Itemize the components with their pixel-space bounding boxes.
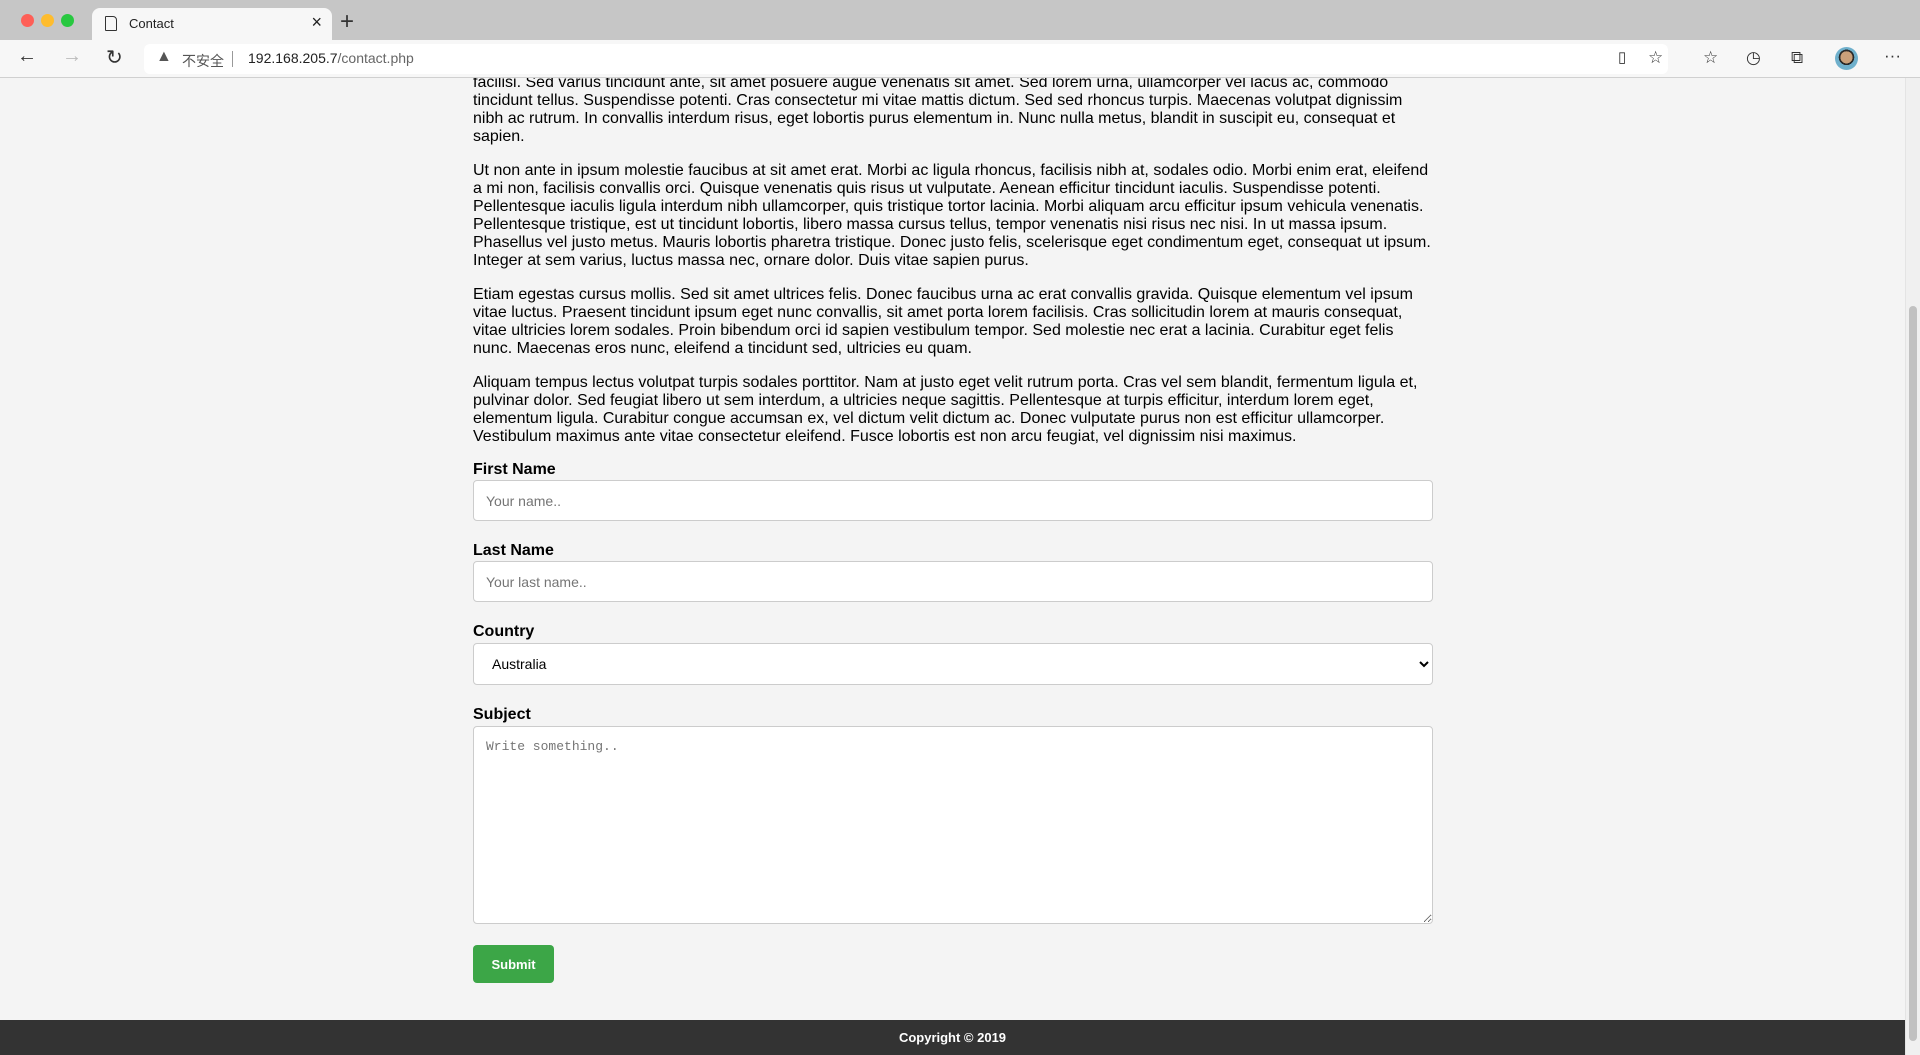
- country-label: Country: [473, 623, 535, 640]
- subject-label: Subject: [473, 706, 531, 723]
- scrollbar-thumb[interactable]: [1909, 306, 1917, 1041]
- page-icon: [105, 16, 117, 31]
- new-tab-icon[interactable]: +: [340, 8, 354, 36]
- minimize-window-button[interactable]: [41, 14, 54, 27]
- collections-icon[interactable]: ⧉: [1791, 48, 1803, 68]
- warning-icon: ▲: [156, 48, 172, 65]
- profile-avatar[interactable]: [1835, 47, 1858, 70]
- tab-contact[interactable]: Contact ×: [92, 8, 332, 40]
- history-icon[interactable]: ◷: [1746, 48, 1761, 68]
- security-label[interactable]: 不安全: [182, 51, 224, 71]
- read-aloud-icon[interactable]: ▯: [1618, 48, 1626, 66]
- submit-button[interactable]: Submit: [473, 945, 554, 983]
- more-icon[interactable]: ···: [1884, 46, 1901, 66]
- first-name-label: First Name: [473, 461, 556, 478]
- first-name-input[interactable]: [473, 480, 1433, 521]
- add-favorite-icon[interactable]: ☆: [1648, 48, 1663, 68]
- country-select[interactable]: Australia: [473, 643, 1433, 685]
- address-toolbar: ← → ↻ ▲ 不安全 192.168.205.7/contact.php ▯ …: [0, 40, 1920, 78]
- reload-icon[interactable]: ↻: [106, 45, 123, 70]
- browser-chrome: Contact × + ← → ↻ ▲ 不安全 192.168.205.7/co…: [0, 0, 1920, 78]
- favorites-icon[interactable]: ☆: [1703, 48, 1718, 68]
- paragraph: Ut non ante in ipsum molestie faucibus a…: [473, 162, 1431, 269]
- maximize-window-button[interactable]: [61, 14, 74, 27]
- last-name-input[interactable]: [473, 561, 1433, 602]
- forward-icon[interactable]: →: [62, 45, 82, 68]
- url-path: /contact.php: [337, 50, 414, 66]
- paragraph: facilisi. Sed varius tincidunt ante, sit…: [473, 78, 1403, 145]
- back-icon[interactable]: ←: [17, 45, 37, 68]
- last-name-label: Last Name: [473, 542, 554, 559]
- url-text[interactable]: 192.168.205.7/contact.php: [248, 50, 414, 66]
- divider: [232, 51, 233, 67]
- content-text: facilisi. Sed varius tincidunt ante, sit…: [473, 78, 1433, 462]
- close-window-button[interactable]: [21, 14, 34, 27]
- tab-bar: Contact × +: [0, 0, 1920, 40]
- url-host: 192.168.205.7: [248, 50, 338, 66]
- paragraph: Aliquam tempus lectus volutpat turpis so…: [473, 374, 1418, 445]
- copyright-text: Copyright © 2019: [898, 1030, 1007, 1045]
- tab-title: Contact: [129, 16, 174, 31]
- address-bar[interactable]: ▲ 不安全 192.168.205.7/contact.php ▯ ☆: [144, 44, 1668, 74]
- page-viewport: facilisi. Sed varius tincidunt ante, sit…: [0, 78, 1905, 1055]
- close-tab-icon[interactable]: ×: [311, 12, 322, 33]
- paragraph: Etiam egestas cursus mollis. Sed sit ame…: [473, 286, 1413, 357]
- footer: Copyright © 2019: [0, 1020, 1905, 1055]
- subject-textarea[interactable]: [473, 726, 1433, 924]
- vertical-scrollbar[interactable]: [1905, 78, 1920, 1055]
